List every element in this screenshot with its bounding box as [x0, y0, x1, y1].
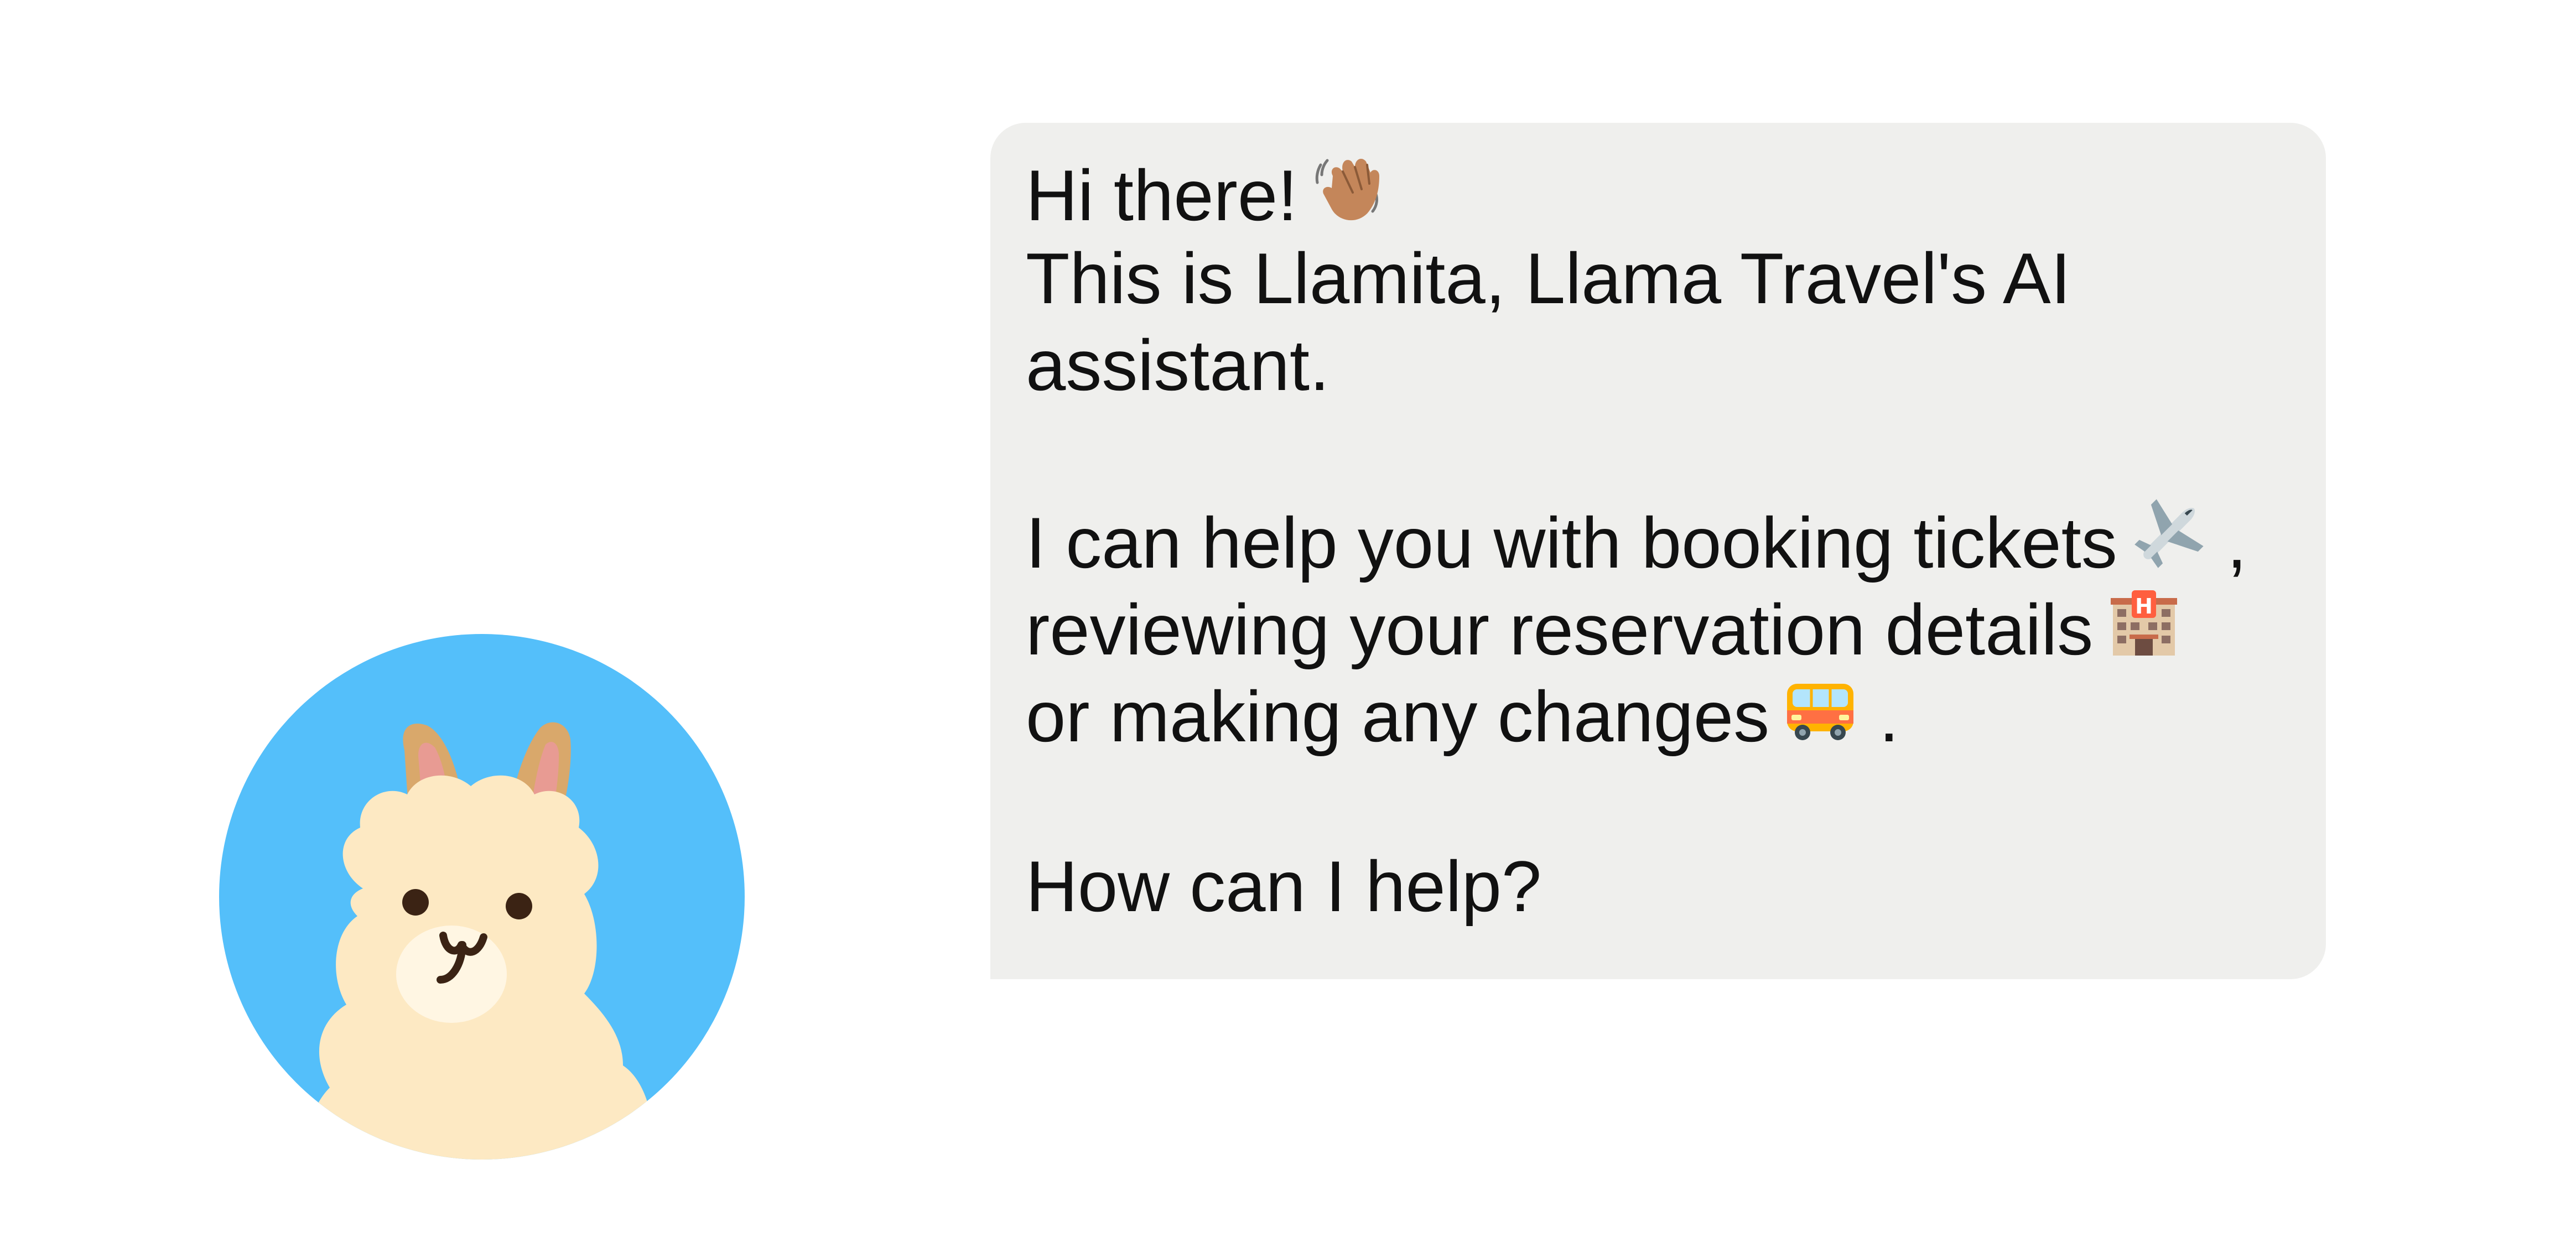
help-line-1: I can help you with booking tickets ,	[1026, 496, 2304, 583]
waving-hand-icon	[1310, 148, 1387, 226]
help-line-1-tail: ,	[2206, 502, 2247, 583]
greeting-text: Hi there!	[1026, 155, 1298, 236]
intro-line-2: assistant.	[1026, 325, 1330, 406]
assistant-message-bubble: Hi there! This is Llamita, Llama Travel'…	[990, 123, 2326, 979]
greeting-line: Hi there!	[1026, 148, 2304, 236]
llama-avatar-icon	[219, 634, 745, 1160]
help-line-2: reviewing your reservation details H	[1026, 583, 2304, 670]
help-line-3-text: or making any changes	[1026, 676, 1770, 757]
hotel-icon: H	[2105, 583, 2183, 660]
minibus-icon	[1782, 669, 1859, 747]
intro-line-1: This is Llamita, Llama Travel's AI	[1026, 238, 2071, 319]
question-line: How can I help?	[1026, 846, 1542, 927]
help-line-2-text: reviewing your reservation details	[1026, 589, 2094, 670]
help-line-3: or making any changes .	[1026, 669, 2304, 757]
help-line-3-tail: .	[1859, 676, 1899, 757]
assistant-avatar[interactable]	[219, 634, 745, 1160]
svg-text:H: H	[2135, 594, 2153, 618]
airplane-icon	[2130, 496, 2207, 573]
help-line-1-text: I can help you with booking tickets	[1026, 502, 2117, 583]
